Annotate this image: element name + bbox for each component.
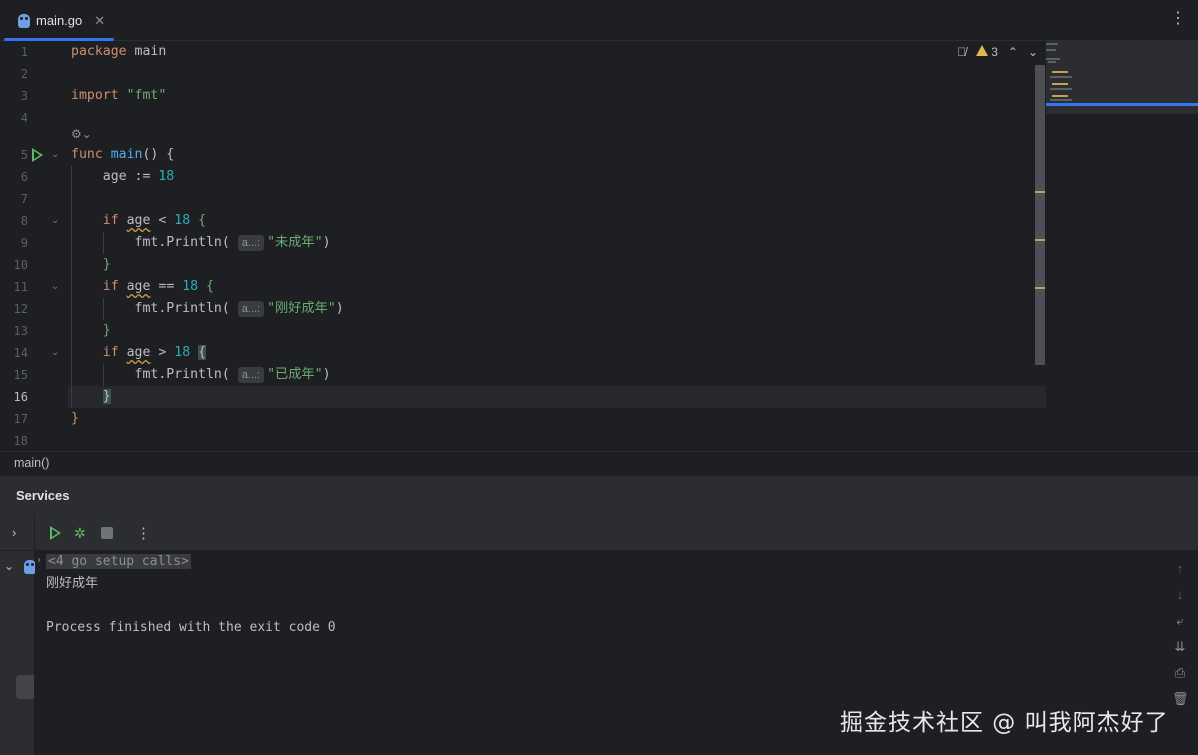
more-vertical-icon[interactable]: ⋮ bbox=[1170, 11, 1186, 27]
console-line: 刚好成年 bbox=[46, 576, 99, 591]
print-icon[interactable]: ⎙ bbox=[1172, 665, 1188, 681]
services-toolbar: › ✲ ⋮ bbox=[0, 515, 1198, 551]
code-line: 13 } bbox=[13, 323, 111, 338]
chevron-right-icon[interactable]: › bbox=[36, 555, 42, 566]
run-icon[interactable] bbox=[50, 526, 61, 540]
code-line: 3 import "fmt" bbox=[20, 88, 167, 103]
warning-marker[interactable] bbox=[1035, 239, 1045, 241]
editor-tab-bar: main.go ✕ ⋮ bbox=[0, 0, 1198, 41]
fold-icon[interactable]: ⌄ bbox=[51, 347, 59, 359]
code-line: 12 fmt.Println( a...: "刚好成年") bbox=[13, 301, 344, 317]
code-line: 15 fmt.Println( a...: "已成年") bbox=[13, 367, 331, 383]
console-line: Process finished with the exit code 0 bbox=[46, 620, 336, 635]
minimap-current-line bbox=[1046, 103, 1198, 106]
code-line: 1 package main bbox=[20, 44, 167, 59]
code-editor[interactable]: 1 package main 2 3 import "fmt" 4 ⚙⌄ 5 ⌄… bbox=[0, 41, 1198, 451]
gopher-icon bbox=[18, 13, 30, 28]
warning-indicator[interactable]: 3 bbox=[976, 45, 998, 59]
generate-icon[interactable]: ⚙⌄ bbox=[71, 127, 92, 141]
parameter-hint: a...: bbox=[237, 301, 265, 317]
warning-marker[interactable] bbox=[1035, 191, 1045, 193]
fold-icon[interactable]: ⌄ bbox=[51, 281, 59, 293]
inspection-widget[interactable]: 👁̸ 3 ⌃ ⌄ bbox=[957, 45, 1038, 59]
code-line: 17 } bbox=[13, 411, 79, 426]
warning-marker[interactable] bbox=[1035, 287, 1045, 289]
soft-wrap-icon[interactable]: ⤶ bbox=[1172, 613, 1188, 629]
breadcrumb[interactable]: main() bbox=[0, 451, 1198, 475]
fold-icon[interactable]: ⌄ bbox=[51, 215, 59, 227]
scroll-to-end-icon[interactable]: ⇊ bbox=[1172, 639, 1188, 655]
code-line: 6 age := 18 bbox=[20, 169, 175, 184]
chevron-up-icon[interactable]: ⌃ bbox=[1008, 45, 1018, 59]
code-line: 14 ⌄ if age > 18 { bbox=[13, 345, 207, 360]
code-line: 11 ⌄ if age == 18 { bbox=[13, 279, 214, 294]
more-vertical-icon[interactable]: ⋮ bbox=[136, 524, 151, 542]
parameter-hint: a...: bbox=[237, 235, 265, 251]
code-line: 5 ⌄ func main() { bbox=[20, 147, 175, 162]
code-line: 16 } bbox=[13, 389, 111, 404]
chevron-down-icon[interactable]: ⌄ bbox=[1028, 45, 1038, 59]
editor-scrollbar[interactable] bbox=[1035, 65, 1045, 365]
run-icon[interactable] bbox=[32, 148, 43, 162]
scroll-down-icon[interactable]: ↓ bbox=[1172, 587, 1188, 603]
code-line: 10 } bbox=[13, 257, 111, 272]
debug-icon[interactable]: ✲ bbox=[74, 525, 86, 541]
tab-label: main.go bbox=[36, 13, 83, 28]
chevron-down-icon[interactable]: ⌄ bbox=[4, 559, 14, 573]
services-title: Services bbox=[0, 475, 1198, 515]
services-tree[interactable]: ⌄ bbox=[0, 551, 36, 755]
divider bbox=[34, 515, 35, 551]
warning-icon bbox=[976, 45, 989, 56]
console-line: <4 go setup calls> bbox=[46, 551, 191, 573]
expand-icon[interactable]: › bbox=[12, 525, 16, 540]
trash-icon[interactable]: 🗑 bbox=[1172, 691, 1189, 707]
code-line: 2 bbox=[20, 67, 28, 81]
scroll-up-icon[interactable]: ↑ bbox=[1172, 561, 1188, 577]
code-line: 7 bbox=[20, 192, 28, 206]
code-line: 4 bbox=[20, 111, 28, 125]
stop-icon[interactable] bbox=[101, 527, 113, 539]
reader-mode-icon[interactable]: 👁̸ bbox=[957, 45, 966, 59]
code-line: 8 ⌄ if age < 18 { bbox=[20, 213, 207, 228]
tab-main-go[interactable]: main.go ✕ bbox=[4, 0, 114, 41]
close-icon[interactable]: ✕ bbox=[94, 13, 105, 29]
code-line: 18 bbox=[13, 434, 28, 448]
parameter-hint: a...: bbox=[237, 367, 265, 383]
code-line: 9 fmt.Println( a...: "未成年") bbox=[20, 235, 331, 251]
minimap[interactable] bbox=[1046, 41, 1198, 451]
fold-icon[interactable]: ⌄ bbox=[51, 149, 59, 161]
setup-calls-fold[interactable]: <4 go setup calls> bbox=[46, 554, 191, 569]
tree-scrollbar[interactable] bbox=[16, 675, 34, 699]
watermark: 掘金技术社区 @ 叫我阿杰好了 bbox=[840, 710, 1169, 736]
